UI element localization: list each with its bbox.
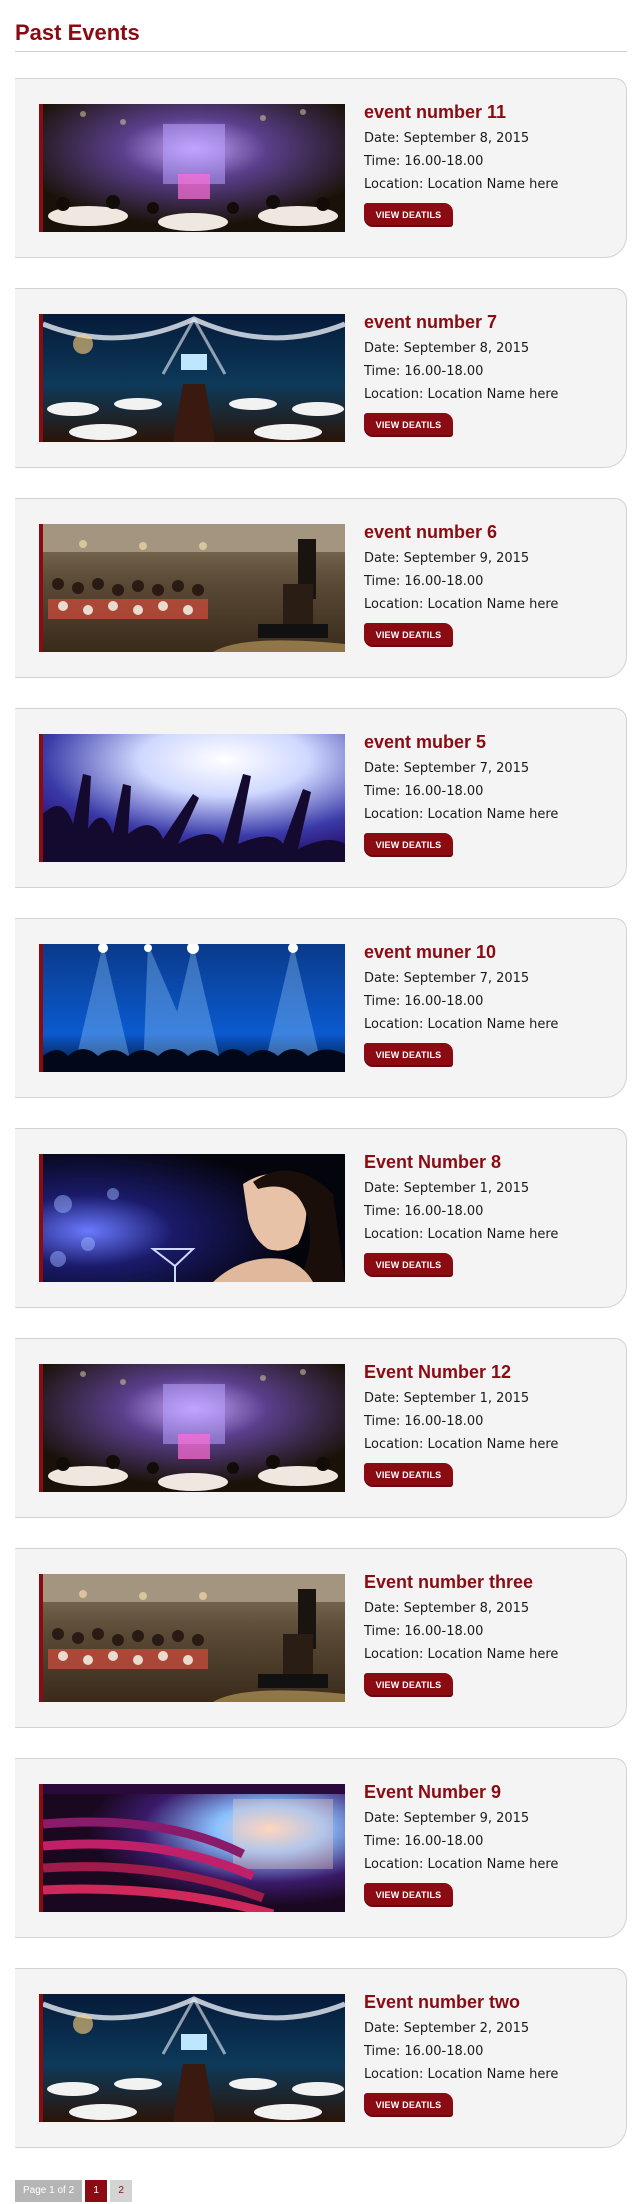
event-location: Location: Location Name here [364, 1227, 559, 1242]
event-date: Date: September 7, 2015 [364, 761, 530, 776]
event-card: Event Number 8 Date: September 1, 2015 T… [15, 1128, 627, 1308]
event-card: Event Number 9 Date: September 9, 2015 T… [15, 1758, 627, 1938]
view-details-button[interactable]: VIEW DEATILS [364, 413, 453, 437]
event-card: event number 11 Date: September 8, 2015 … [15, 78, 627, 258]
page-title: Past Events [15, 20, 140, 45]
view-details-button[interactable]: VIEW DEATILS [364, 833, 453, 857]
event-photo [43, 1994, 345, 2122]
event-title[interactable]: Event number two [364, 1991, 614, 2013]
event-card: event muber 5 Date: September 7, 2015 Ti… [15, 708, 627, 888]
event-title[interactable]: event number 6 [364, 521, 614, 543]
event-image[interactable] [39, 104, 345, 232]
title-divider [15, 51, 627, 52]
event-card: event muner 10 Date: September 7, 2015 T… [15, 918, 627, 1098]
event-date: Date: September 9, 2015 [364, 551, 530, 566]
event-photo [43, 734, 345, 862]
event-date: Date: September 8, 2015 [364, 1601, 530, 1616]
event-title[interactable]: Event Number 8 [364, 1151, 614, 1173]
event-time: Time: 16.00-18.00 [364, 154, 484, 169]
event-card: event number 6 Date: September 9, 2015 T… [15, 498, 627, 678]
event-location: Location: Location Name here [364, 597, 559, 612]
events-list: event number 11 Date: September 8, 2015 … [15, 78, 627, 2178]
event-location: Location: Location Name here [364, 177, 559, 192]
view-details-button[interactable]: VIEW DEATILS [364, 1043, 453, 1067]
event-time: Time: 16.00-18.00 [364, 994, 484, 1009]
event-time: Time: 16.00-18.00 [364, 1834, 484, 1849]
event-date: Date: September 8, 2015 [364, 341, 530, 356]
event-image[interactable] [39, 944, 345, 1072]
event-title[interactable]: Event Number 12 [364, 1361, 614, 1383]
pagination: Page 1 of 2 1 2 [15, 2180, 133, 2202]
event-card: Event number three Date: September 8, 20… [15, 1548, 627, 1728]
view-details-button[interactable]: VIEW DEATILS [364, 1673, 453, 1697]
event-card: event number 7 Date: September 8, 2015 T… [15, 288, 627, 468]
event-photo [43, 524, 345, 652]
event-photo [43, 314, 345, 442]
view-details-button[interactable]: VIEW DEATILS [364, 1253, 453, 1277]
event-date: Date: September 8, 2015 [364, 131, 530, 146]
event-location: Location: Location Name here [364, 1857, 559, 1872]
view-details-button[interactable]: VIEW DEATILS [364, 1883, 453, 1907]
event-photo [43, 944, 345, 1072]
event-time: Time: 16.00-18.00 [364, 1624, 484, 1639]
event-photo [43, 1784, 345, 1912]
event-photo [43, 104, 345, 232]
event-title[interactable]: event number 11 [364, 101, 614, 123]
event-image[interactable] [39, 1574, 345, 1702]
event-photo [43, 1154, 345, 1282]
event-title[interactable]: event muner 10 [364, 941, 614, 963]
event-time: Time: 16.00-18.00 [364, 2044, 484, 2059]
event-time: Time: 16.00-18.00 [364, 1414, 484, 1429]
event-image[interactable] [39, 734, 345, 862]
event-title[interactable]: event muber 5 [364, 731, 614, 753]
event-image[interactable] [39, 1784, 345, 1912]
event-date: Date: September 1, 2015 [364, 1391, 530, 1406]
view-details-button[interactable]: VIEW DEATILS [364, 1463, 453, 1487]
event-image[interactable] [39, 1994, 345, 2122]
event-photo [43, 1364, 345, 1492]
event-photo [43, 1574, 345, 1702]
event-location: Location: Location Name here [364, 1017, 559, 1032]
page-link-1[interactable]: 1 [85, 2180, 108, 2202]
view-details-button[interactable]: VIEW DEATILS [364, 2093, 453, 2117]
view-details-button[interactable]: VIEW DEATILS [364, 623, 453, 647]
event-image[interactable] [39, 524, 345, 652]
event-location: Location: Location Name here [364, 1437, 559, 1452]
event-location: Location: Location Name here [364, 387, 559, 402]
event-date: Date: September 2, 2015 [364, 2021, 530, 2036]
event-location: Location: Location Name here [364, 807, 559, 822]
event-image[interactable] [39, 1364, 345, 1492]
event-date: Date: September 1, 2015 [364, 1181, 530, 1196]
event-date: Date: September 7, 2015 [364, 971, 530, 986]
event-time: Time: 16.00-18.00 [364, 1204, 484, 1219]
event-card: Event number two Date: September 2, 2015… [15, 1968, 627, 2148]
event-time: Time: 16.00-18.00 [364, 364, 484, 379]
view-details-button[interactable]: VIEW DEATILS [364, 203, 453, 227]
event-location: Location: Location Name here [364, 2067, 559, 2082]
event-title[interactable]: Event number three [364, 1571, 614, 1593]
page-count-label: Page 1 of 2 [15, 2180, 83, 2202]
page-link-2[interactable]: 2 [110, 2180, 133, 2202]
event-time: Time: 16.00-18.00 [364, 574, 484, 589]
event-card: Event Number 12 Date: September 1, 2015 … [15, 1338, 627, 1518]
event-image[interactable] [39, 1154, 345, 1282]
event-time: Time: 16.00-18.00 [364, 784, 484, 799]
event-location: Location: Location Name here [364, 1647, 559, 1662]
event-image[interactable] [39, 314, 345, 442]
event-title[interactable]: event number 7 [364, 311, 614, 333]
event-title[interactable]: Event Number 9 [364, 1781, 614, 1803]
event-date: Date: September 9, 2015 [364, 1811, 530, 1826]
